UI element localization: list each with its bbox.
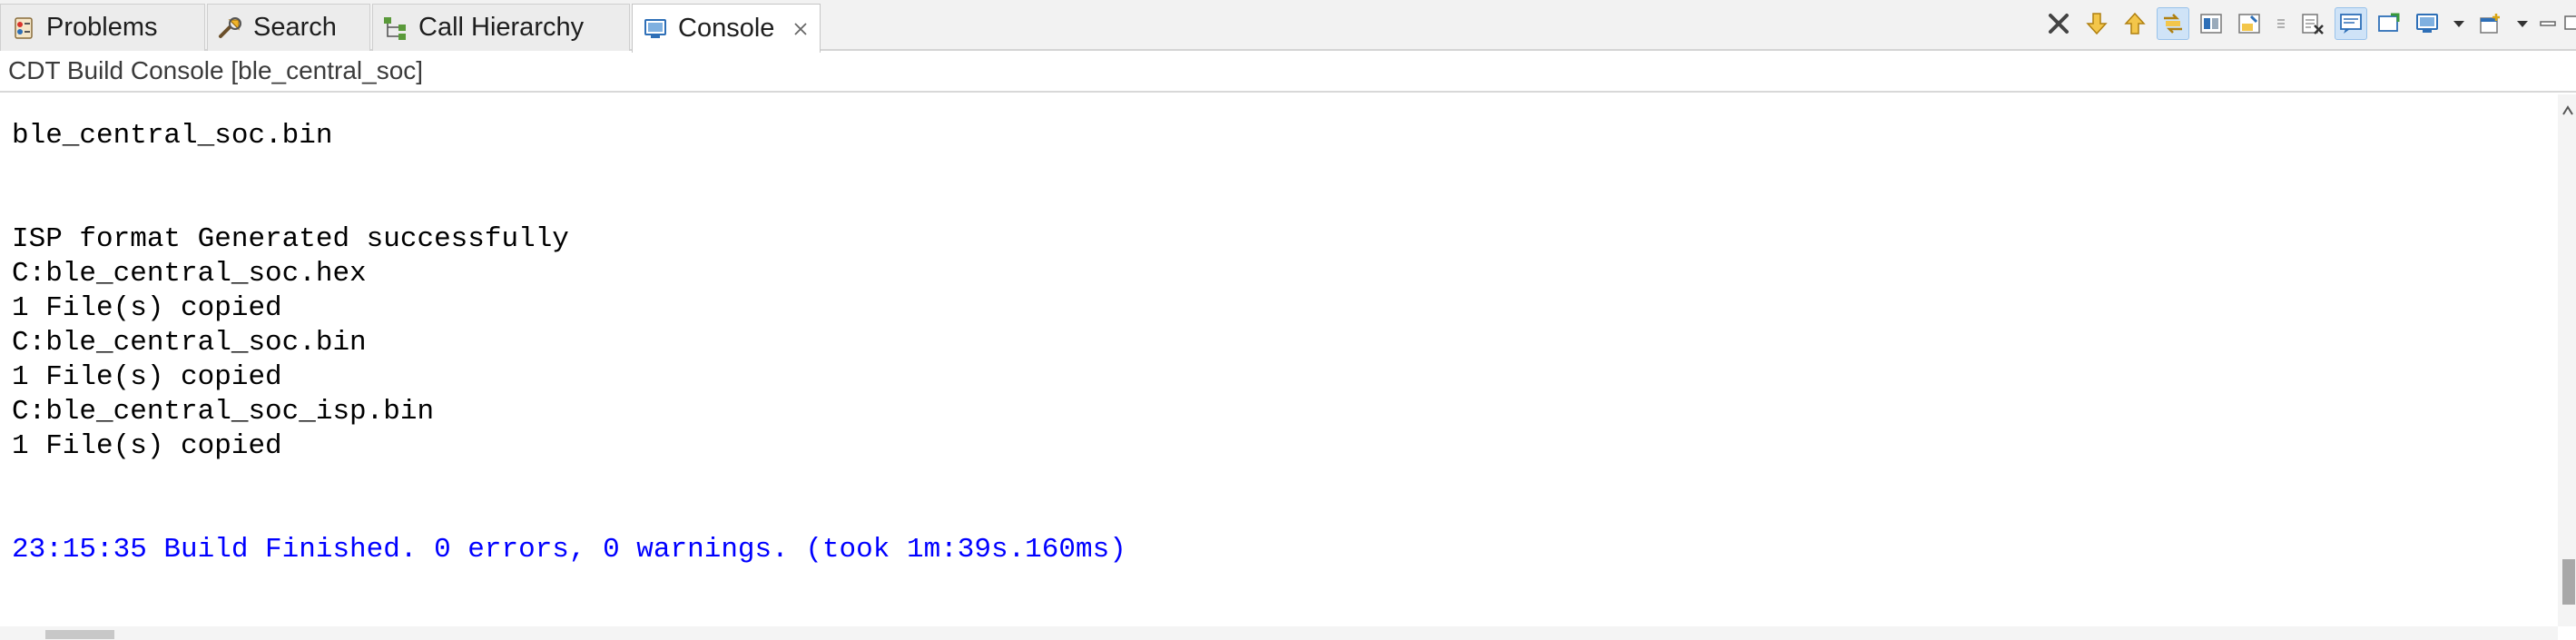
tab-label: Problems	[46, 13, 158, 42]
maximize-icon[interactable]	[2563, 7, 2576, 40]
terminate-icon[interactable]	[2042, 7, 2075, 40]
scrollbar-thumb[interactable]	[2562, 559, 2575, 605]
tab-problems[interactable]: Problems	[0, 4, 205, 51]
new-console-icon[interactable]	[2474, 7, 2507, 40]
call-hierarchy-icon	[382, 15, 409, 42]
console-line: 1 File(s) copied	[12, 430, 282, 462]
console-output[interactable]: ble_central_soc.bin ISP format Generated…	[0, 94, 2558, 626]
console-line: C:ble_central_soc_isp.bin	[12, 396, 435, 428]
console-icon	[642, 15, 669, 43]
console-line: C:ble_central_soc.bin	[12, 327, 367, 359]
dropdown-icon[interactable]	[2512, 7, 2532, 40]
problems-icon	[10, 15, 37, 42]
search-icon	[217, 15, 244, 42]
view-tab-bar: Problems Search Call Hierarchy Console	[0, 0, 2576, 53]
console-name: CDT Build Console [ble_central_soc]	[0, 51, 2576, 93]
build-finished-status: 23:15:35 Build Finished. 0 errors, 0 war…	[12, 534, 1126, 566]
console-line: ble_central_soc.bin	[12, 120, 333, 152]
separator-icon	[2271, 7, 2291, 40]
link-icon[interactable]	[2157, 7, 2189, 40]
display-selected-icon[interactable]	[2195, 7, 2227, 40]
tab-label: Console	[678, 14, 775, 43]
vertical-scrollbar[interactable]	[2558, 94, 2576, 626]
tab-console[interactable]: Console	[632, 4, 821, 53]
tab-label: Search	[253, 13, 337, 42]
scroll-up-icon[interactable]	[2119, 7, 2151, 40]
console-line: ISP format Generated successfully	[12, 223, 569, 255]
remove-launches-icon[interactable]	[2296, 7, 2329, 40]
console-line: 1 File(s) copied	[12, 361, 282, 393]
clear-console-icon[interactable]	[2335, 7, 2367, 40]
console-view: Problems Search Call Hierarchy Console C…	[0, 0, 2576, 640]
horizontal-scrollbar[interactable]	[0, 626, 2558, 640]
open-console-icon[interactable]	[2411, 7, 2443, 40]
tab-label: Call Hierarchy	[418, 13, 585, 42]
word-wrap-icon[interactable]	[2373, 7, 2405, 40]
pin-console-icon[interactable]	[2233, 7, 2266, 40]
console-line: 1 File(s) copied	[12, 292, 282, 324]
tab-search[interactable]: Search	[207, 4, 370, 51]
console-line: C:ble_central_soc.hex	[12, 258, 367, 290]
close-icon[interactable]	[789, 17, 812, 41]
tab-call-hierarchy[interactable]: Call Hierarchy	[372, 4, 630, 51]
dropdown-icon[interactable]	[2449, 7, 2469, 40]
minimize-icon[interactable]	[2538, 7, 2558, 40]
console-toolbar	[2040, 5, 2576, 42]
scroll-up-arrow-icon[interactable]	[2561, 100, 2574, 122]
scrollbar-thumb[interactable]	[45, 630, 114, 639]
scroll-down-icon[interactable]	[2080, 7, 2113, 40]
